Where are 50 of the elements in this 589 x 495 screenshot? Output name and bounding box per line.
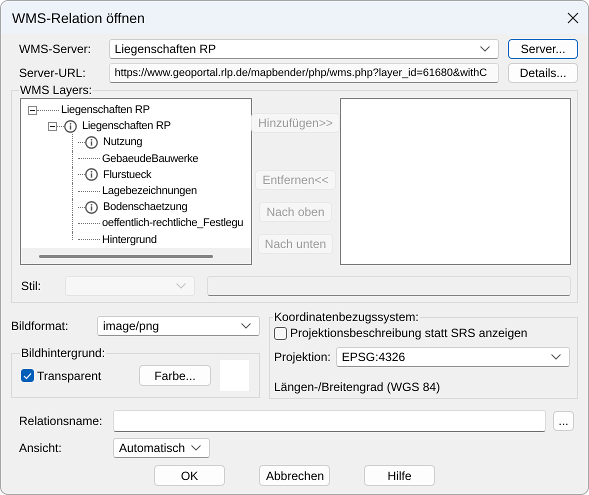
chevron-down-icon — [551, 354, 561, 360]
relation-name-field[interactable] — [113, 410, 546, 432]
collapse-icon[interactable] — [48, 122, 57, 131]
chevron-down-icon — [176, 283, 186, 289]
field-label: Server-URL: — [19, 66, 87, 80]
projection-dropdown[interactable]: EPSG:4326 — [336, 347, 570, 367]
group-title: WMS Layers: — [19, 83, 94, 97]
layer-item[interactable]: Flurstueck — [103, 168, 152, 181]
browse-button[interactable]: ... — [553, 411, 574, 431]
chevron-down-icon — [241, 323, 251, 329]
projection-description: Längen-/Breitengrad (WGS 84) — [274, 380, 442, 394]
server-dropdown[interactable]: Liegenschaften RP — [108, 39, 500, 59]
layer-item[interactable]: Nutzung — [103, 136, 142, 148]
layer-item[interactable]: Liegenschaften RP — [82, 120, 171, 132]
style-field[interactable] — [207, 276, 571, 296]
format-dropdown[interactable]: image/png — [97, 316, 260, 336]
window-title: WMS-Relation öffnen — [12, 10, 146, 26]
color-button[interactable]: Farbe... — [139, 365, 211, 386]
field-label: Relationsname: — [19, 414, 104, 428]
checkbox[interactable] — [274, 326, 287, 340]
collapse-icon[interactable] — [28, 106, 37, 115]
close-icon[interactable] — [567, 12, 579, 24]
checkbox-label[interactable]: Transparent — [37, 368, 102, 382]
selected-layers-list[interactable] — [340, 98, 571, 265]
field-label: Bildformat: — [11, 319, 70, 333]
checkbox[interactable] — [21, 369, 34, 382]
layer-item[interactable]: Bodenschaetzung — [103, 201, 188, 214]
layer-item[interactable]: Hintergrund — [102, 234, 157, 246]
layer-item[interactable]: Liegenschaften RP — [61, 104, 150, 116]
chevron-down-icon — [480, 46, 490, 52]
chevron-down-icon — [191, 445, 201, 451]
group-title: Koordinatenbezugssystem: — [273, 310, 420, 324]
server-button[interactable]: Server... — [508, 39, 578, 59]
layer-item[interactable]: oeffentlich-rechtliche_Festlegu — [102, 217, 244, 230]
layer-item[interactable]: Lagebezeichnungen — [102, 185, 197, 198]
view-dropdown[interactable]: Automatisch — [113, 438, 210, 458]
checkbox-label[interactable]: Projektionsbeschreibung statt SRS anzeigen — [290, 326, 528, 340]
field-label: WMS-Server: — [19, 42, 92, 56]
ok-button[interactable]: OK — [154, 465, 225, 486]
horizontal-scrollbar[interactable] — [21, 248, 250, 264]
help-button[interactable]: Hilfe — [364, 465, 435, 486]
url-field[interactable]: https://www.geoportal.rlp.de/mapbender/php/wms.php?layer_id=61680&withC — [108, 63, 500, 83]
details-button[interactable]: Details... — [508, 63, 578, 83]
cancel-button[interactable]: Abbrechen — [259, 465, 330, 486]
field-label: Ansicht: — [19, 441, 63, 455]
field-label: Stil: — [21, 279, 42, 293]
field-label: Projektion: — [274, 350, 332, 364]
group-title: Bildhintergrund: — [20, 346, 106, 360]
layer-item[interactable]: GebaeudeBauwerke — [102, 152, 198, 165]
layer-tree[interactable]: Liegenschaften RP Liegenschaften RP Nutzung GebaeudeBauwerke Flurstueck Lagebezeichnungen Bodenschaetzung oeffentlich-rechtliche_Festlegu Hintergrund — [20, 98, 252, 265]
